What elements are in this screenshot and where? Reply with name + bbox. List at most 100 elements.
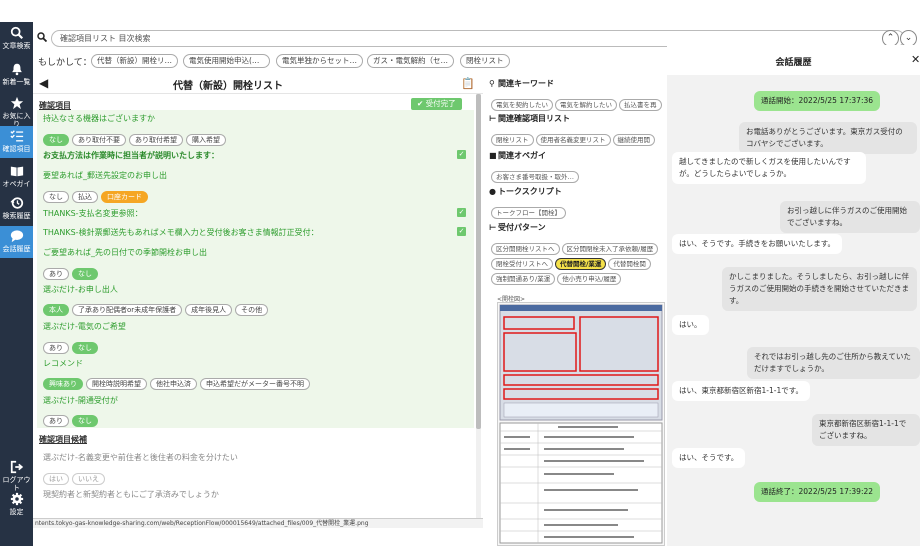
chat-message-operator: かしこまりました。そうしましたら、お引っ越しに伴うガスのご使用開始の手続きを開始… (722, 267, 917, 311)
option-chip[interactable]: 本人 (43, 304, 69, 316)
book-icon (10, 166, 23, 177)
option-chip[interactable]: はい (43, 473, 69, 485)
question-label: 持込なさる機器はございますか (43, 114, 155, 123)
heading-label: 関連キーワード (498, 79, 554, 88)
chat-message-operator: お引っ越しに伴うガスのご使用開始でございますね。 (780, 201, 920, 233)
suggestion-chip[interactable]: 代替（新設）開栓リ… (91, 54, 178, 68)
script-chip[interactable]: トークフロー【開栓】 (491, 207, 566, 219)
question-label: 選ぶだけ-お申し出人 (43, 285, 118, 294)
heading-label: トークスクリプト (498, 187, 562, 196)
option-chip[interactable]: なし (43, 191, 69, 203)
search-icon (37, 32, 47, 42)
suggestion-chip[interactable]: 電気単独からセット… (276, 54, 363, 68)
sidebar-item-settings[interactable]: 設定 (0, 490, 33, 520)
keyword-chip[interactable]: 電気を契約したい (491, 99, 553, 111)
option-chip[interactable]: あり取付不要 (72, 134, 126, 146)
suggestions-label: もしかして： (38, 58, 92, 68)
option-chip[interactable]: あり (43, 415, 69, 427)
chat-message-customer: はい、東京都新宿区新宿1-1-1です。 (672, 381, 810, 401)
sidebar-item-new[interactable]: 新着一覧 (0, 60, 33, 90)
sidebar-item-logout[interactable]: ログアウト (0, 458, 33, 492)
status-bar-url: ntents.tokyo-gas-knowledge-sharing.com/w… (33, 518, 483, 528)
option-chip[interactable]: なし (72, 342, 98, 354)
question-label: レコメンド (43, 359, 83, 368)
question-label: 選ぶだけ-電気のご希望 (43, 322, 126, 331)
pattern-chip[interactable]: 強制開通あり/業運 (491, 273, 556, 285)
question-label: 選ぶだけ-名義変更や前住者と後住者の料金を分けたい (43, 453, 238, 462)
checkbox-checked[interactable]: ✓ (457, 150, 466, 159)
opeguide-chips: お客さま番号取扱・取外… (491, 164, 581, 183)
related-chip[interactable]: 継続使用開 (612, 134, 655, 146)
sidebar-item-text-search[interactable]: 文章検索 (0, 24, 33, 54)
option-chip[interactable]: あり (43, 268, 69, 280)
sidebar-item-label: 検索履歴 (2, 212, 31, 220)
option-chip[interactable]: あり (43, 342, 69, 354)
sidebar-item-opeguide[interactable]: オペガイ (0, 162, 33, 192)
option-chip[interactable]: なし (72, 415, 98, 427)
option-chip[interactable]: あり取付希望 (129, 134, 183, 146)
keyword-chip[interactable]: 払込書を再 (619, 99, 662, 111)
option-chip[interactable]: 購入希望 (186, 134, 226, 146)
question-label: 選ぶだけ-開通受付が (43, 396, 118, 405)
history-icon (9, 197, 23, 209)
script-heading: ● トークスクリプト (489, 186, 562, 197)
option-chip[interactable]: 他社申込済 (150, 378, 197, 390)
keyword-chips: 電気を契約したい 電気を解約したい 払込書を再 (491, 92, 664, 111)
opeguide-chip[interactable]: お客さま番号取扱・取外… (491, 171, 579, 183)
question-label: THANKS-支払名変更参照： (43, 209, 143, 218)
question-options: 興味あり 開栓時説明希望 他社申込済 申込希望だがメーター番号不明 (43, 371, 313, 390)
question-label: お支払方法は作業時に担当者が説明いたします： (43, 151, 219, 160)
section-title: 確認項目候補 (39, 435, 87, 444)
checklist-icon (9, 130, 23, 142)
option-chip[interactable]: いいえ (72, 473, 105, 485)
chat-message-operator: 東京都新宿区新宿1-1-1でございますね。 (812, 414, 920, 446)
sidebar-item-favorites[interactable]: お気に入り (0, 94, 33, 128)
clipboard-icon[interactable]: 📋 (461, 77, 475, 90)
close-icon[interactable]: ✕ (911, 53, 920, 66)
related-list-heading: ⊢ 関連確認項目リスト (489, 113, 570, 124)
option-chip[interactable]: 払込 (72, 191, 98, 203)
sidebar-item-label: オペガイ (2, 180, 31, 188)
option-chip[interactable]: なし (43, 134, 69, 146)
search-icon (10, 26, 23, 40)
question-options: あり なし (43, 335, 101, 354)
page-title: 代替（新設）開栓リスト (173, 81, 283, 92)
related-chip[interactable]: 使用者名義変更リスト (535, 134, 611, 146)
question-options: あり なし (43, 261, 101, 280)
gear-icon (10, 492, 23, 506)
chat-message-system: 通話終了：2022/5/25 17:39:22 (754, 482, 881, 502)
suggestion-chip[interactable]: 閉栓リスト (460, 54, 510, 68)
option-chip[interactable]: 申込希望だがメーター番号不明 (200, 378, 310, 390)
attached-flow-image[interactable] (497, 302, 665, 546)
option-chip[interactable]: 了承あり配偶者or未成年保護者 (72, 304, 183, 316)
checkbox-checked[interactable]: ✓ (457, 208, 466, 217)
option-chip[interactable]: 口座カード (101, 191, 148, 203)
chat-message-system: 通話開始：2022/5/25 17:37:36 (754, 91, 881, 111)
star-icon (10, 96, 23, 110)
checkbox-checked[interactable]: ✓ (457, 227, 466, 236)
sidebar-item-checklist[interactable]: 確認項目 (0, 126, 33, 158)
option-chip[interactable]: 開栓時説明希望 (86, 378, 147, 390)
left-sidebar: 文章検索 新着一覧 お気に入り 確認項目 オペガイ 検索履歴 会話履歴 ログアウ… (0, 22, 33, 546)
related-list-chips: 閉栓リスト 使用者名義変更リスト 継続使用開 (491, 127, 657, 146)
suggestion-chip[interactable]: ガス・電気解約（セ… (367, 54, 454, 68)
option-chip[interactable]: その他 (235, 304, 269, 316)
pattern-chips-row: 強制開通あり/業運 他小売り申込/履歴 (491, 266, 623, 285)
checklist-header: ◀ 代替（新設）開栓リスト 📋 (33, 74, 483, 94)
related-chip[interactable]: 閉栓リスト (491, 134, 534, 146)
keyword-chip[interactable]: 電気を解約したい (555, 99, 617, 111)
option-chip[interactable]: なし (72, 268, 98, 280)
hierarchy-icon: ⊢ (489, 114, 497, 123)
chat-message-customer: はい、そうです。 (672, 448, 746, 468)
scrollbar-thumb[interactable] (476, 94, 481, 429)
sidebar-item-search-history[interactable]: 検索履歴 (0, 194, 33, 224)
sidebar-item-chat-history[interactable]: 会話履歴 (0, 226, 33, 258)
question-label: 現契約者と新契約者ともにご了承済みでしょうか (43, 490, 219, 499)
question-label: 要望あれば_郵送先設定のお申し出 (43, 171, 167, 180)
suggestion-chip[interactable]: 電気使用開始申込(… (183, 54, 270, 68)
question-options: はい いいえ (43, 466, 108, 485)
chat-history-panel: 会話履歴 ✕ 通話開始：2022/5/25 17:37:36 お電話ありがとうご… (667, 45, 920, 546)
option-chip[interactable]: 成年後見人 (185, 304, 233, 316)
pattern-chip[interactable]: 他小売り申込/履歴 (557, 273, 622, 285)
option-chip[interactable]: 興味あり (43, 378, 83, 390)
